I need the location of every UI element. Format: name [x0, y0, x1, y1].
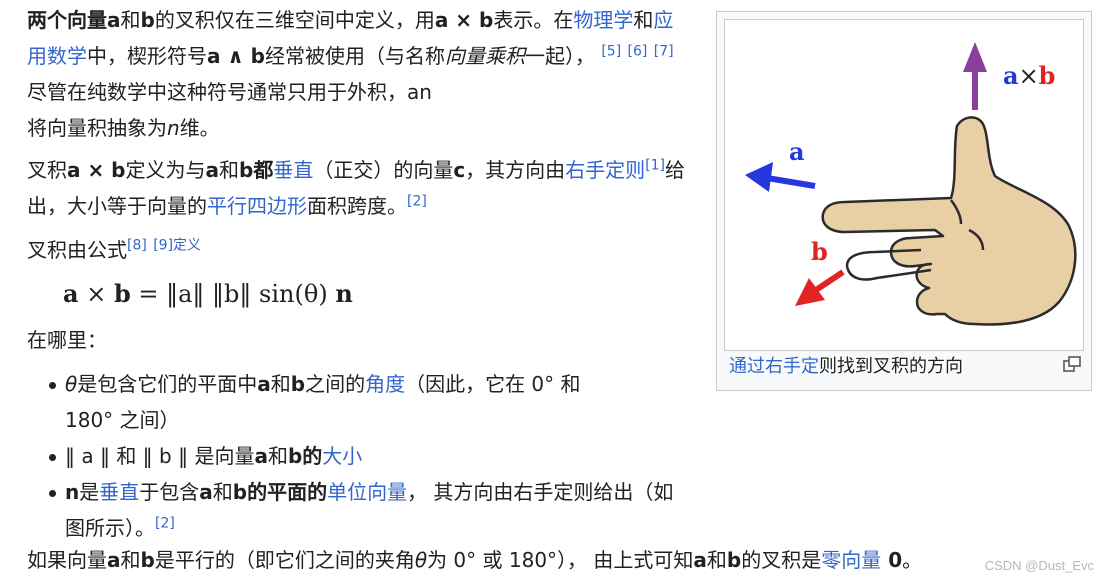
- citation-5[interactable]: [5]: [601, 43, 621, 59]
- list-item-magnitude: ‖ a ‖ 和 ‖ b ‖ 是向量a和b的大小: [27, 438, 687, 474]
- label-a: a: [789, 137, 805, 166]
- figure-caption: 通过右手定则找到叉积的方向: [729, 356, 963, 377]
- link-magnitude[interactable]: 大小: [322, 444, 362, 468]
- link-unit-vector[interactable]: 单位向量: [327, 480, 407, 504]
- link-definition[interactable]: 定义: [173, 237, 201, 253]
- citation-7[interactable]: [7]: [654, 43, 674, 59]
- label-axb: a×b: [1003, 61, 1055, 90]
- paragraph-parallel: 如果向量a和b是平行的（即它们之间的夹角θ为 0° 或 180°）， 由上式可知…: [27, 548, 923, 572]
- right-hand-rule-image[interactable]: a b a×b: [724, 19, 1084, 351]
- citation-1[interactable]: [1]: [645, 157, 665, 173]
- arrow-b: [795, 269, 845, 306]
- figure-thumbnail: a b a×b 通过右手定则找到叉积的方向: [716, 11, 1092, 391]
- link-zero-vector[interactable]: 零向量: [821, 548, 881, 572]
- arrow-axb: [963, 42, 987, 110]
- paragraph-where: 在哪里：: [27, 328, 107, 352]
- right-hand-illustration: a b a×b: [745, 42, 1077, 326]
- link-parallelogram[interactable]: 平行四边形: [207, 194, 307, 218]
- arrow-a: [745, 162, 816, 192]
- enlarge-icon[interactable]: [1063, 356, 1081, 372]
- cross-product-formula: a × b = ‖a‖ ‖b‖ sin(θ) n: [63, 279, 353, 308]
- hand-shape: [821, 116, 1077, 326]
- citation-8[interactable]: [8]: [127, 237, 147, 253]
- list-item-unit-vector: n是垂直于包含a和b的平面的单位向量， 其方向由右手定则给出（如图所示）。[2]: [27, 474, 687, 546]
- article-body: 两个向量a和b的叉积仅在三维空间中定义，用a × b表示。在物理学和应用数学中，…: [27, 2, 687, 546]
- paragraph-formula-intro: 叉积由公式[8] [9]定义: [27, 237, 202, 262]
- citation-2[interactable]: [2]: [407, 193, 427, 209]
- citation-6[interactable]: [6]: [628, 43, 648, 59]
- link-physics[interactable]: 物理学: [573, 8, 633, 32]
- link-perpendicular-2[interactable]: 垂直: [99, 480, 139, 504]
- list-item-theta: θ是包含它们的平面中a和b之间的角度（因此，它在 0° 和 180° 之间）: [27, 366, 687, 438]
- label-b: b: [811, 237, 828, 266]
- paragraph-definition: 叉积a × b定义为与a和b都垂直（正交）的向量c，其方向由右手定则[1]给出，…: [27, 157, 686, 218]
- link-right-hand-rule[interactable]: 右手定则: [565, 158, 645, 182]
- paragraph-intro: 两个向量a和b的叉积仅在三维空间中定义，用a × b表示。在物理学和应用数学中，…: [27, 8, 674, 140]
- watermark: CSDN @Dust_Evc: [984, 558, 1094, 573]
- definition-list: θ是包含它们的平面中a和b之间的角度（因此，它在 0° 和 180° 之间） ‖…: [27, 366, 687, 546]
- link-angle[interactable]: 角度: [365, 372, 405, 396]
- citation-2b[interactable]: [2]: [155, 515, 175, 531]
- caption-link-right-hand-rule[interactable]: 通过右手定: [729, 356, 819, 377]
- citation-9[interactable]: [9]: [153, 237, 173, 253]
- link-perpendicular[interactable]: 垂直: [273, 158, 313, 182]
